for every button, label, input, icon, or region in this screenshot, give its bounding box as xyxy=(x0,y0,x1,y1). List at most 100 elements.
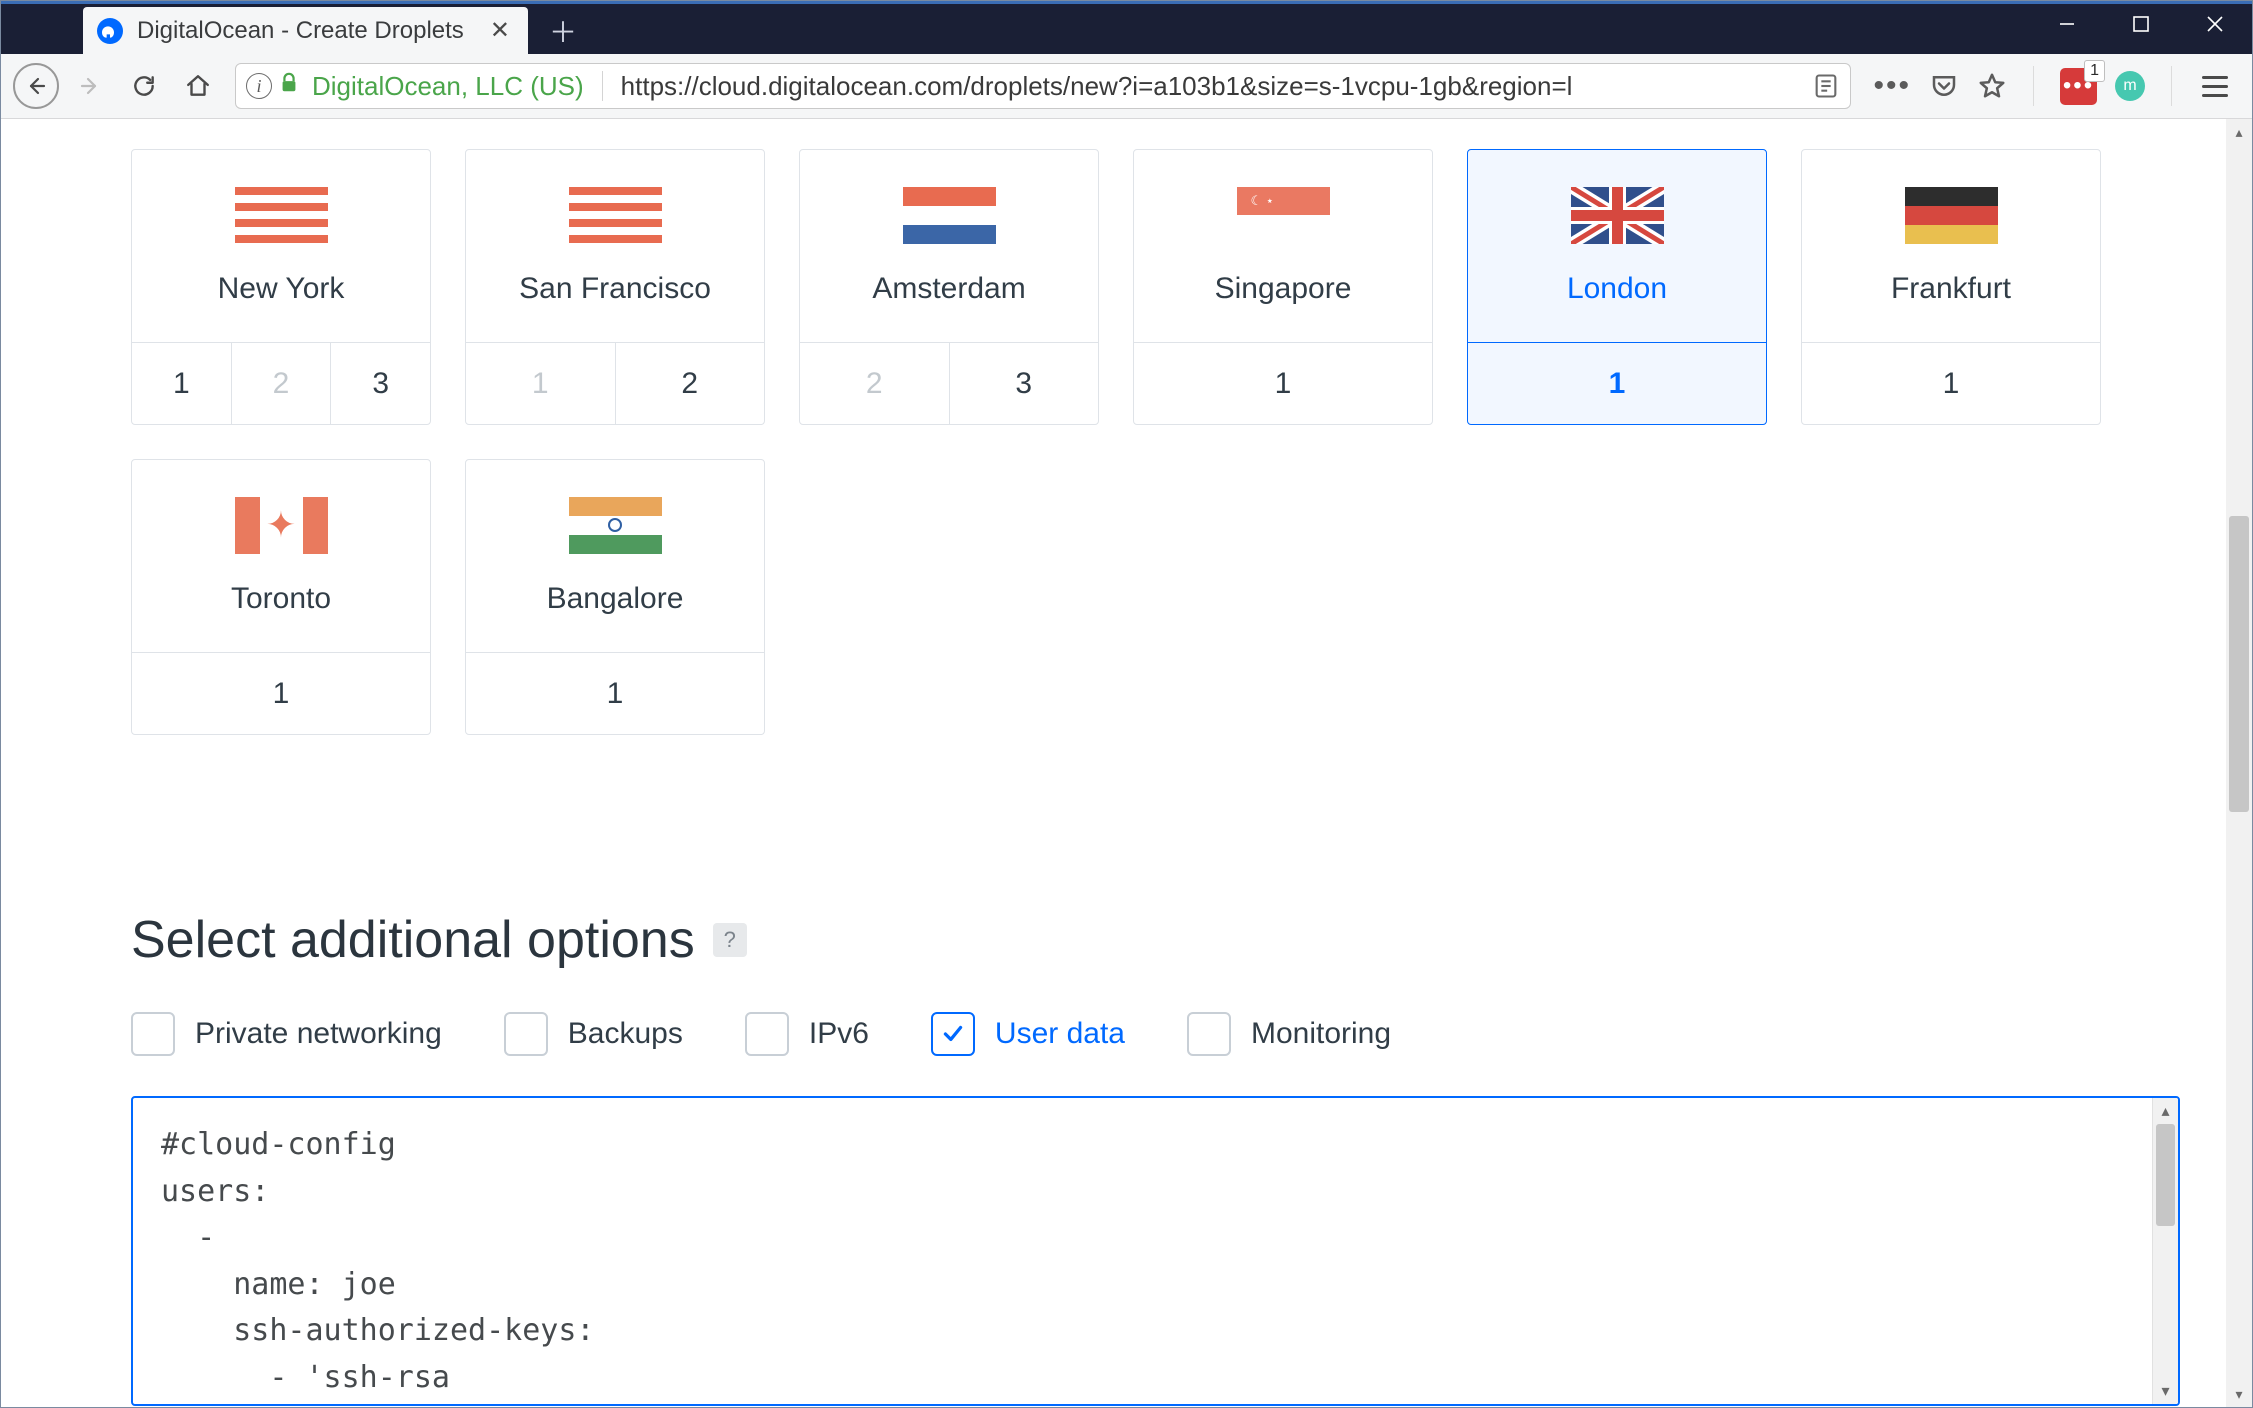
url-separator xyxy=(602,71,603,101)
url-bar[interactable]: i DigitalOcean, LLC (US) https://cloud.d… xyxy=(235,63,1851,109)
window-controls xyxy=(2030,1,2252,47)
option-ipv6[interactable]: IPv6 xyxy=(745,1012,869,1056)
region-card-nyc[interactable]: New York 123 xyxy=(131,149,431,425)
user-data-content: #cloud-config users: - name: joe ssh-aut… xyxy=(133,1098,2178,1406)
checkbox-icon[interactable] xyxy=(504,1012,548,1056)
browser-toolbar: i DigitalOcean, LLC (US) https://cloud.d… xyxy=(1,54,2252,119)
flag-in-icon xyxy=(569,497,662,554)
nav-reload-button[interactable] xyxy=(121,63,167,109)
flag-nl-icon xyxy=(903,187,996,244)
tab-close-icon[interactable]: ✕ xyxy=(490,16,510,45)
datacenter-option: 2 xyxy=(800,343,949,424)
tab-accent xyxy=(1,1,2252,4)
userdata-scrollbar[interactable]: ▴ ▾ xyxy=(2152,1098,2178,1404)
checkbox-icon[interactable] xyxy=(131,1012,175,1056)
region-name-label: New York xyxy=(218,272,345,306)
scroll-track[interactable] xyxy=(2226,145,2252,1381)
region-card-top: ✦Toronto xyxy=(132,460,430,652)
datacenter-row: 1 xyxy=(1802,342,2100,424)
nav-forward-button[interactable] xyxy=(67,63,113,109)
site-info-icon[interactable]: i xyxy=(246,73,272,99)
profile-avatar[interactable]: m xyxy=(2115,71,2145,101)
flag-usa-icon xyxy=(235,187,328,244)
option-monitoring[interactable]: Monitoring xyxy=(1187,1012,1391,1056)
user-data-textarea[interactable]: #cloud-config users: - name: joe ssh-aut… xyxy=(131,1096,2180,1406)
checkbox-icon[interactable] xyxy=(1187,1012,1231,1056)
scroll-down-arrow-icon[interactable]: ▾ xyxy=(2226,1381,2252,1407)
scroll-track[interactable] xyxy=(2153,1124,2178,1378)
datacenter-option[interactable]: 1 xyxy=(132,343,231,424)
hamburger-menu-icon[interactable] xyxy=(2198,76,2232,97)
window-maximize-button[interactable] xyxy=(2104,1,2178,47)
ev-certificate-label: DigitalOcean, LLC (US) xyxy=(312,71,584,102)
window-close-button[interactable] xyxy=(2178,1,2252,47)
region-card-top: London xyxy=(1468,150,1766,342)
datacenter-option[interactable]: 1 xyxy=(1134,343,1432,424)
region-card-blr[interactable]: Bangalore 1 xyxy=(465,459,765,735)
favicon-digitalocean-icon xyxy=(97,18,123,44)
option-label: Monitoring xyxy=(1251,1017,1391,1051)
region-card-top: San Francisco xyxy=(466,150,764,342)
new-tab-button[interactable]: ＋ xyxy=(548,16,578,46)
scroll-down-arrow-icon[interactable]: ▾ xyxy=(2153,1378,2178,1404)
section-title-text: Select additional options xyxy=(131,910,695,970)
page-scrollbar[interactable]: ▴ ▾ xyxy=(2226,119,2252,1407)
nav-home-button[interactable] xyxy=(175,63,221,109)
datacenter-option[interactable]: 1 xyxy=(132,653,430,734)
datacenter-row: 1 xyxy=(1134,342,1432,424)
scroll-thumb[interactable] xyxy=(2229,516,2249,813)
checkbox-icon[interactable] xyxy=(745,1012,789,1056)
help-icon[interactable]: ? xyxy=(713,923,747,957)
option-label: Backups xyxy=(568,1017,683,1051)
scroll-up-arrow-icon[interactable]: ▴ xyxy=(2226,119,2252,145)
option-private-networking[interactable]: Private networking xyxy=(131,1012,442,1056)
datacenter-row: 23 xyxy=(800,342,1098,424)
region-card-sfo[interactable]: San Francisco 12 xyxy=(465,149,765,425)
browser-tab-active[interactable]: DigitalOcean - Create Droplets ✕ xyxy=(83,7,528,54)
region-name-label: San Francisco xyxy=(519,272,711,306)
nav-back-button[interactable] xyxy=(13,63,59,109)
option-label: Private networking xyxy=(195,1017,442,1051)
region-name-label: Amsterdam xyxy=(872,272,1025,306)
datacenter-option[interactable]: 1 xyxy=(466,653,764,734)
region-card-fra[interactable]: Frankfurt1 xyxy=(1801,149,2101,425)
url-text: https://cloud.digitalocean.com/droplets/… xyxy=(621,71,1807,102)
extension-badge-icon[interactable]: ••• 1 xyxy=(2060,68,2097,105)
region-card-tor[interactable]: ✦Toronto1 xyxy=(131,459,431,735)
toolbar-right-icons: ••• ••• 1 m xyxy=(1865,66,2240,106)
region-name-label: London xyxy=(1567,272,1667,306)
flag-usa-icon xyxy=(569,187,662,244)
datacenter-option[interactable]: 3 xyxy=(949,343,1099,424)
pocket-icon[interactable] xyxy=(1929,71,1959,101)
region-card-lon[interactable]: London 1 xyxy=(1467,149,1767,425)
window-minimize-button[interactable] xyxy=(2030,1,2104,47)
flag-de-icon xyxy=(1905,187,1998,244)
datacenter-option[interactable]: 3 xyxy=(330,343,430,424)
bookmark-star-icon[interactable] xyxy=(1977,71,2007,101)
datacenter-option[interactable]: 2 xyxy=(615,343,765,424)
datacenter-option[interactable]: 1 xyxy=(1802,343,2100,424)
toolbar-divider xyxy=(2171,66,2172,106)
toolbar-divider xyxy=(2033,66,2034,106)
region-name-label: Toronto xyxy=(231,582,331,616)
page-actions-icon[interactable]: ••• xyxy=(1873,69,1911,103)
datacenter-row: 123 xyxy=(132,342,430,424)
region-card-top: ☾ ⋆Singapore xyxy=(1134,150,1432,342)
datacenter-option[interactable]: 1 xyxy=(1468,343,1766,424)
checkbox-icon[interactable] xyxy=(931,1012,975,1056)
datacenter-row: 1 xyxy=(1468,342,1766,424)
region-card-top: Amsterdam xyxy=(800,150,1098,342)
region-card-ams[interactable]: Amsterdam 23 xyxy=(799,149,1099,425)
reader-view-icon[interactable] xyxy=(1812,72,1840,100)
option-backups[interactable]: Backups xyxy=(504,1012,683,1056)
region-name-label: Bangalore xyxy=(547,582,684,616)
scroll-up-arrow-icon[interactable]: ▴ xyxy=(2153,1098,2178,1124)
region-card-top: New York xyxy=(132,150,430,342)
scroll-thumb[interactable] xyxy=(2156,1124,2175,1226)
region-name-label: Singapore xyxy=(1215,272,1352,306)
tab-title: DigitalOcean - Create Droplets xyxy=(137,17,476,45)
region-card-sgp[interactable]: ☾ ⋆Singapore1 xyxy=(1133,149,1433,425)
extension-notification-count: 1 xyxy=(2084,60,2105,82)
datacenter-row: 12 xyxy=(466,342,764,424)
option-user-data[interactable]: User data xyxy=(931,1012,1125,1056)
